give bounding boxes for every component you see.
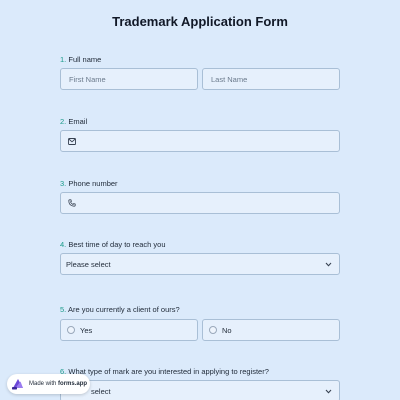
radio-circle-icon[interactable]: [67, 326, 75, 334]
question-text: Full name: [68, 55, 102, 64]
first-name-input[interactable]: First Name: [60, 68, 198, 90]
phone-field[interactable]: [60, 192, 340, 214]
question-number: 3.: [60, 179, 67, 188]
badge-brand: forms.app: [58, 381, 88, 387]
radio-option-no[interactable]: No: [202, 319, 340, 341]
question-client-label: 5. Are you currently a client of ours?: [60, 305, 180, 314]
question-text: Are you currently a client of ours?: [67, 305, 180, 314]
question-text: Email: [68, 117, 88, 126]
forms-app-logo-icon: [11, 378, 25, 390]
question-best-time-label: 4. Best time of day to reach you: [60, 240, 166, 249]
last-name-placeholder: Last Name: [211, 74, 248, 84]
made-with-badge[interactable]: Made with forms.app: [7, 374, 90, 394]
best-time-select[interactable]: Please select: [60, 253, 340, 275]
question-number: 1.: [60, 55, 67, 64]
chevron-down-icon: [325, 389, 332, 394]
radio-label: Yes: [80, 325, 93, 335]
last-name-input[interactable]: Last Name: [202, 68, 340, 90]
question-text: What type of mark are you interested in …: [68, 367, 269, 376]
envelope-icon: [68, 137, 76, 145]
radio-circle-icon[interactable]: [209, 326, 217, 334]
radio-label: No: [222, 325, 232, 335]
question-text: Best time of day to reach you: [68, 240, 166, 249]
question-mark-type-label: 6. What type of mark are you interested …: [60, 367, 269, 376]
page-title: Trademark Application Form: [112, 14, 288, 29]
question-full-name-label: 1. Full name: [60, 55, 101, 64]
chevron-down-icon: [325, 262, 332, 267]
select-value: select: [91, 386, 111, 396]
question-phone-label: 3. Phone number: [60, 179, 118, 188]
radio-option-yes[interactable]: Yes: [60, 319, 198, 341]
question-number: 5.: [60, 305, 67, 314]
first-name-placeholder: First Name: [69, 74, 106, 84]
question-email-label: 2. Email: [60, 117, 87, 126]
phone-icon: [68, 199, 76, 207]
question-text: Phone number: [68, 179, 118, 188]
select-value: Please select: [66, 259, 111, 269]
mark-type-select[interactable]: select: [60, 380, 340, 400]
email-field[interactable]: [60, 130, 340, 152]
badge-prefix: Made with: [29, 381, 57, 387]
question-number: 2.: [60, 117, 67, 126]
question-number: 4.: [60, 240, 67, 249]
badge-text: Made with forms.app: [29, 381, 87, 387]
